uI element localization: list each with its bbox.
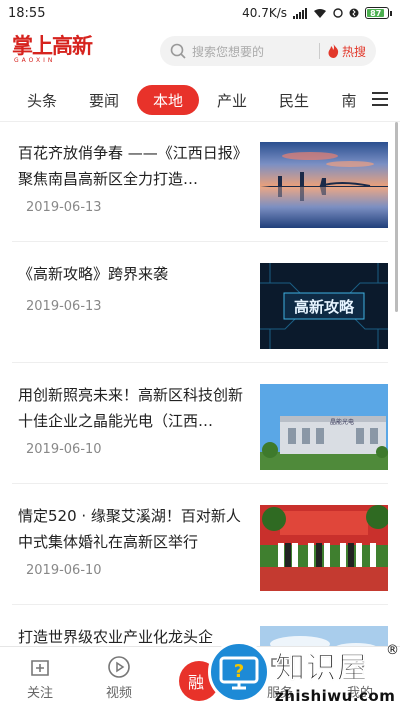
article-thumbnail — [260, 505, 388, 591]
scrollbar[interactable] — [395, 122, 398, 312]
search-input[interactable]: 搜索您想要的 — [192, 43, 319, 60]
flame-icon — [328, 44, 339, 58]
list-item[interactable]: 百花齐放俏争春 ——《江西日报》聚焦南昌高新区全力打造… 2019-06-13 — [0, 122, 400, 242]
nav-video[interactable]: 视频 — [89, 655, 149, 701]
status-time: 18:55 — [8, 5, 46, 21]
article-thumbnail: 晶能光电 — [260, 384, 388, 470]
hot-search-button[interactable]: 热搜 — [328, 43, 366, 60]
article-title: 百花齐放俏争春 ——《江西日报》聚焦南昌高新区全力打造… — [18, 144, 248, 188]
tab-toutiao[interactable]: 头条 — [22, 85, 62, 115]
article-date: 2019-06-10 — [26, 563, 102, 578]
watermark-reg: ® — [386, 643, 399, 658]
app-header: 掌上高新 GAOXIN 搜索您想要的 热搜 — [0, 26, 400, 74]
signal-icon — [293, 7, 307, 19]
article-date: 2019-06-13 — [26, 200, 102, 215]
tab-nan[interactable]: 南 — [336, 85, 362, 115]
tab-minsheng[interactable]: 民生 — [274, 85, 314, 115]
app-logo: 掌上高新 GAOXIN — [12, 33, 93, 64]
battery-icon: 87 — [365, 7, 392, 19]
nav-follow[interactable]: 关注 — [10, 655, 70, 701]
svg-text:?: ? — [234, 661, 244, 682]
list-item[interactable]: 打造世界级农业产业化龙头企 — [0, 606, 400, 646]
article-title: 《高新攻略》跨界来袭 — [18, 265, 169, 283]
tab-bendi[interactable]: 本地 — [137, 85, 199, 115]
tab-chanye[interactable]: 产业 — [212, 85, 252, 115]
alarm-icon — [333, 8, 343, 18]
article-title: 用创新照亮未来！高新区科技创新十佳企业之晶能光电（江西… — [18, 386, 244, 430]
tabs-menu-icon[interactable] — [372, 88, 390, 110]
search-icon — [170, 43, 186, 59]
net-speed: 40.7K/s — [242, 6, 287, 20]
watermark: ? 知识屋 ® zhishiwu.com — [203, 641, 400, 711]
article-date: 2019-06-13 — [26, 299, 102, 314]
list-item[interactable]: 《高新攻略》跨界来袭 2019-06-13 高新攻略 — [0, 243, 400, 363]
watermark-brand: 知识屋 — [275, 651, 368, 687]
article-list: 百花齐放俏争春 ——《江西日报》聚焦南昌高新区全力打造… 2019-06-13 … — [0, 122, 400, 646]
article-thumbnail — [260, 142, 388, 228]
follow-icon — [31, 660, 49, 676]
video-icon — [108, 656, 130, 678]
article-date: 2019-06-10 — [26, 442, 102, 457]
list-item[interactable]: 情定520 · 缘聚艾溪湖！百对新人中式集体婚礼在高新区举行 2019-06-1… — [0, 485, 400, 605]
question-monitor-icon: ? — [208, 641, 270, 703]
watermark-url: zhishiwu.com — [275, 687, 396, 705]
status-bar: 18:55 40.7K/s 87 — [0, 0, 400, 26]
article-thumbnail: 高新攻略 — [260, 263, 388, 349]
article-title: 情定520 · 缘聚艾溪湖！百对新人中式集体婚礼在高新区举行 — [18, 507, 241, 551]
tab-yaowen[interactable]: 要闻 — [84, 85, 124, 115]
list-item[interactable]: 用创新照亮未来！高新区科技创新十佳企业之晶能光电（江西… 2019-06-10 … — [0, 364, 400, 484]
bluetooth-icon — [349, 8, 359, 18]
category-tabs: 头条 要闻 本地 产业 民生 南 — [0, 80, 400, 120]
svg-text:晶能光电: 晶能光电 — [330, 418, 354, 426]
svg-text:高新攻略: 高新攻略 — [294, 298, 355, 316]
search-bar[interactable]: 搜索您想要的 热搜 — [160, 36, 376, 66]
wifi-icon — [314, 8, 326, 18]
